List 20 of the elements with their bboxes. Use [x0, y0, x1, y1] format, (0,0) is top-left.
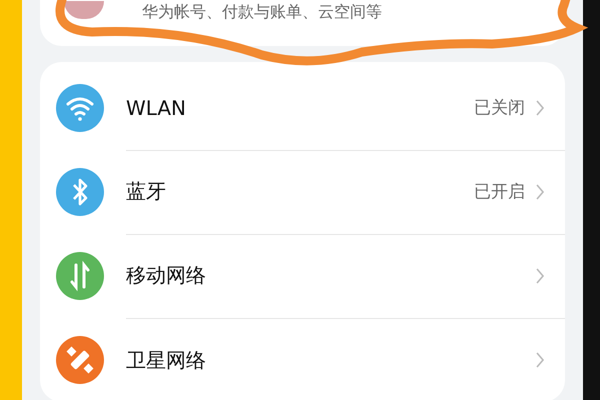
- setting-label: 蓝牙: [126, 178, 167, 205]
- settings-row[interactable]: 卫星网络: [56, 318, 565, 400]
- setting-status: 已关闭: [474, 97, 525, 119]
- settings-row[interactable]: 蓝牙 已开启: [56, 150, 565, 234]
- bluetooth-icon: [56, 168, 104, 216]
- setting-label: 移动网络: [126, 262, 207, 289]
- settings-row[interactable]: WLAN 已关闭: [56, 66, 565, 150]
- chevron-right-icon: [535, 351, 545, 369]
- chevron-right-icon: [535, 98, 545, 116]
- satellite-icon: [56, 336, 104, 384]
- chevron-right-icon: [535, 266, 545, 284]
- setting-label: 卫星网络: [126, 346, 207, 374]
- account-subtitle: 华为帐号、付款与账单、云空间等: [142, 1, 382, 23]
- wifi-icon: [56, 84, 104, 132]
- mobile-icon: [56, 252, 104, 300]
- avatar-icon: [64, 1, 104, 19]
- settings-row[interactable]: 移动网络: [56, 234, 565, 318]
- setting-status: 已开启: [474, 181, 525, 203]
- setting-label: WLAN: [126, 96, 188, 120]
- chevron-right-icon: [535, 182, 545, 200]
